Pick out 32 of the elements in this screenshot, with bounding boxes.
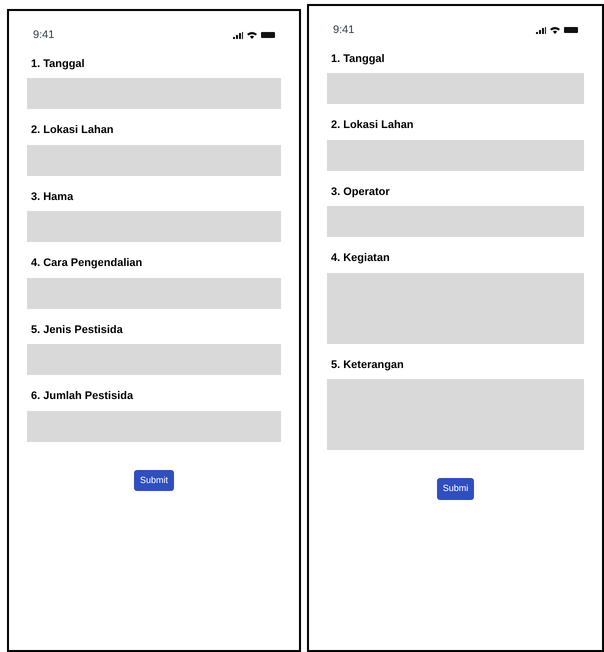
field-label: 4. Cara Pengendalian <box>30 256 144 271</box>
text-area[interactable] <box>327 272 584 344</box>
status-time: 9:41 <box>33 28 54 43</box>
input-field[interactable] <box>327 73 584 104</box>
wifi-icon <box>247 31 257 40</box>
input-field[interactable] <box>27 211 281 242</box>
submit-button[interactable]: Submi <box>436 478 474 500</box>
text-area[interactable] <box>327 379 584 450</box>
input-field[interactable] <box>27 278 281 308</box>
input-field[interactable] <box>27 78 281 109</box>
field-label: 5. Keterangan <box>330 358 405 372</box>
input-field[interactable] <box>327 140 584 170</box>
field-label: 1. Tanggal <box>330 52 386 66</box>
wifi-icon <box>550 26 560 34</box>
field-label: 3. Hama <box>30 190 74 204</box>
signal-icon <box>536 26 546 34</box>
field-label: 6. Jumlah Pestisida <box>30 389 134 404</box>
field-label: 2. Lokasi Lahan <box>30 123 115 138</box>
field-label: 2. Lokasi Lahan <box>330 118 415 133</box>
field-label: 5. Jenis Pestisida <box>30 322 124 338</box>
signal-icon <box>233 32 243 39</box>
field-label: 4. Kegiatan <box>330 251 391 266</box>
status-time: 9:41 <box>333 23 354 38</box>
field-label: 1. Tanggal <box>30 56 86 72</box>
battery-icon <box>564 27 578 34</box>
submit-button[interactable]: Submit <box>134 470 174 491</box>
input-field[interactable] <box>327 206 584 237</box>
battery-icon <box>261 32 275 38</box>
input-field[interactable] <box>27 410 281 442</box>
field-label: 3. Operator <box>330 184 391 200</box>
input-field[interactable] <box>27 144 281 176</box>
input-field[interactable] <box>27 344 281 375</box>
